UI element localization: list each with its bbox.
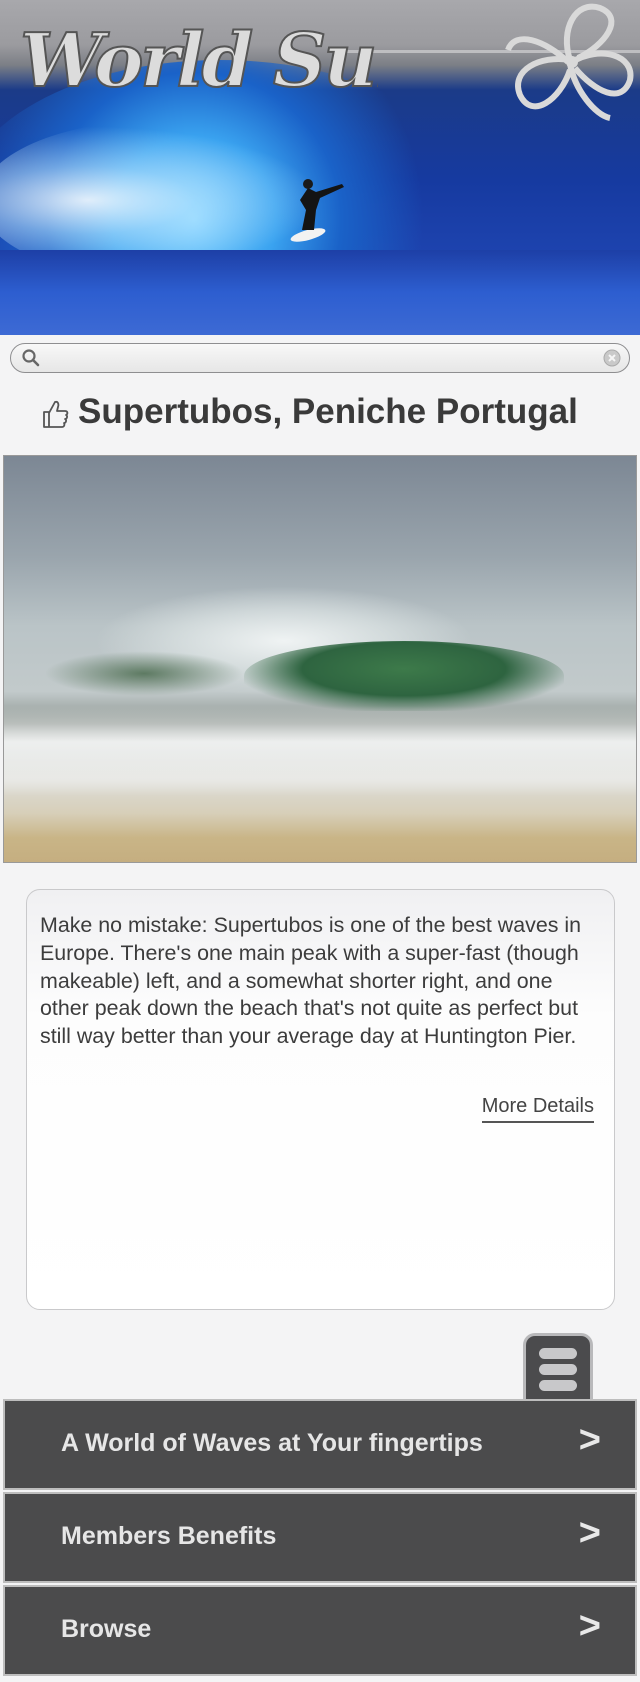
nav-item-world-of-waves[interactable]: A World of Waves at Your fingertips > <box>3 1399 637 1490</box>
menu-toggle-button[interactable] <box>523 1333 593 1399</box>
more-details-link[interactable]: More Details <box>481 1095 594 1123</box>
chevron-right-icon: > <box>578 1605 601 1647</box>
photo-wave-left <box>44 651 244 696</box>
hamburger-menu-icon <box>539 1348 577 1359</box>
nav-item-browse[interactable]: Browse > <box>3 1585 637 1676</box>
search-icon[interactable] <box>21 348 41 368</box>
clear-icon[interactable] <box>603 349 621 367</box>
page-title: Supertubos, Peniche Portugal <box>78 392 578 431</box>
photo-wave-barrel <box>244 641 564 711</box>
surfer-graphic <box>290 179 344 242</box>
spot-description: Make no mistake: Supertubos is one of th… <box>40 913 582 1049</box>
hamburger-bar <box>539 1364 577 1375</box>
nav-item-label: Members Benefits <box>61 1522 277 1550</box>
nav-item-label: Browse <box>61 1615 152 1643</box>
chevron-right-icon: > <box>578 1419 601 1461</box>
surf-spot-photo <box>3 455 637 863</box>
sea-graphic <box>0 250 640 335</box>
world-surf-logo: World Surf <box>19 17 378 105</box>
hamburger-bar <box>539 1380 577 1391</box>
title-row: Supertubos, Peniche Portugal <box>40 390 640 440</box>
photo-whitewater <box>4 706 636 796</box>
description-card: Make no mistake: Supertubos is one of th… <box>26 889 615 1310</box>
svg-text:World Surf: World Surf <box>20 18 378 104</box>
nav-item-members-benefits[interactable]: Members Benefits > <box>3 1492 637 1583</box>
header-banner: World Surf <box>0 0 640 335</box>
chevron-right-icon: > <box>578 1512 601 1554</box>
search-bar[interactable] <box>10 343 630 373</box>
nav-item-label: A World of Waves at Your fingertips <box>61 1429 483 1457</box>
search-input[interactable] <box>49 346 593 372</box>
thumbs-up-icon[interactable] <box>40 398 70 430</box>
hibiscus-flower-icon <box>505 3 634 121</box>
